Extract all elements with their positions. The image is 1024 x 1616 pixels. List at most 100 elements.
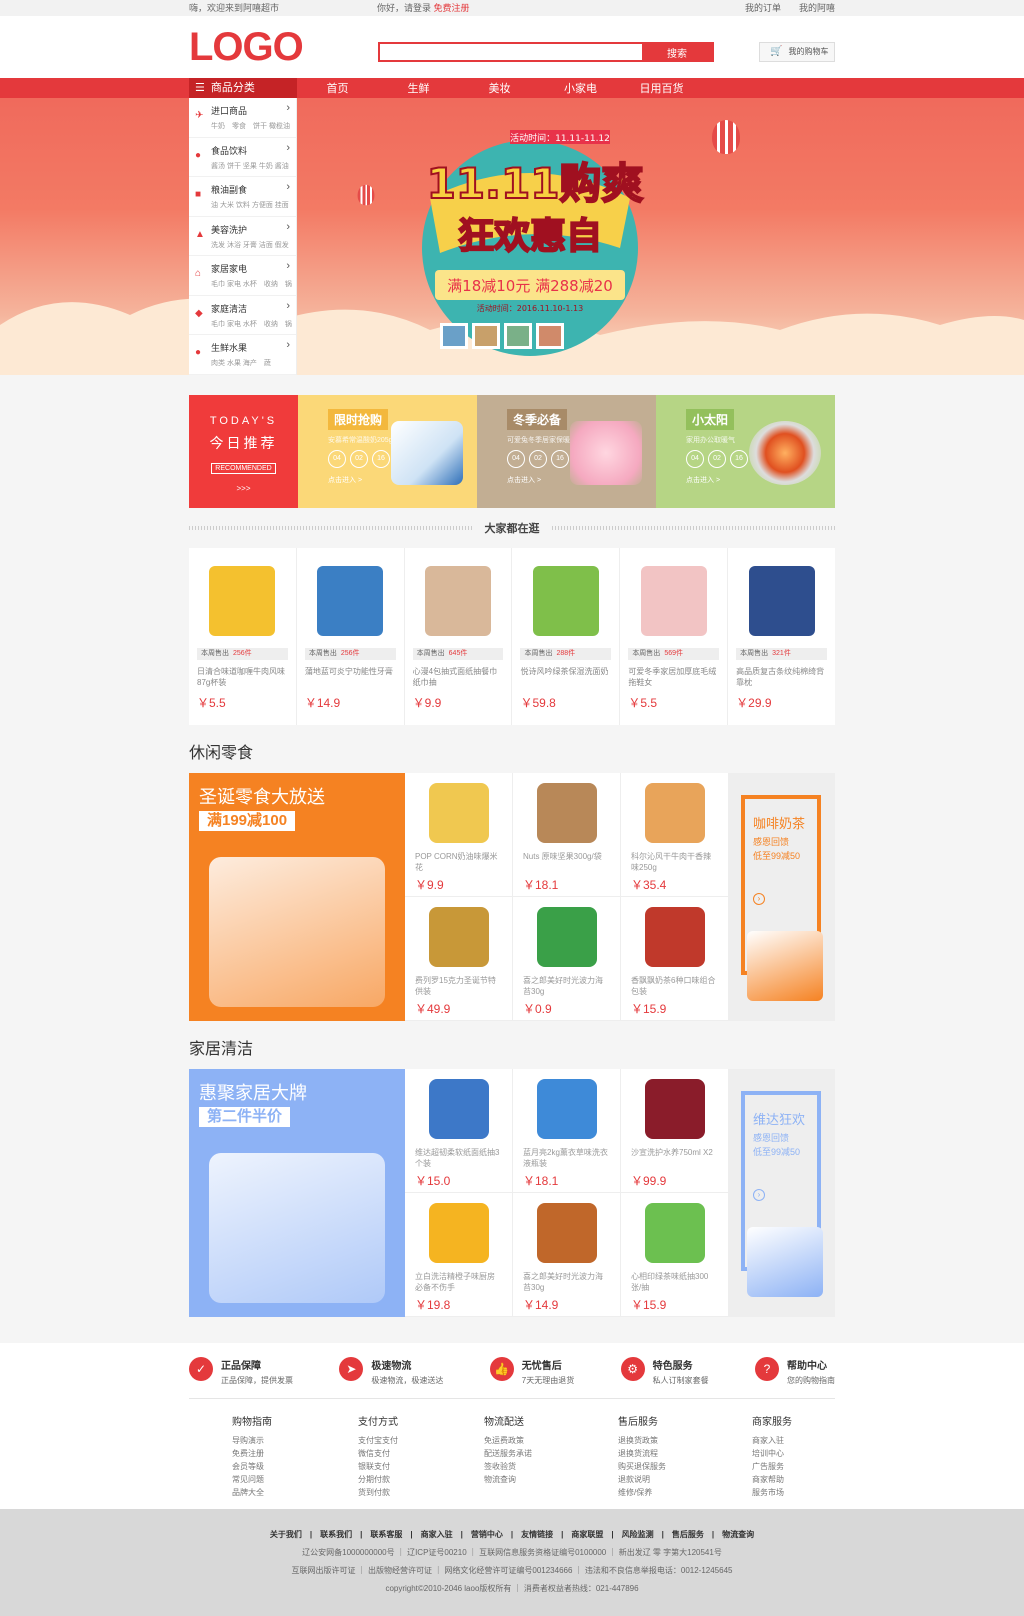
footer-nav-link[interactable]: 商家入驻 — [421, 1530, 453, 1539]
footer-link[interactable]: 会员等级 — [232, 1460, 272, 1473]
nav-link-home[interactable]: 首页 — [297, 80, 378, 96]
footer-link[interactable]: 银联支付 — [358, 1460, 398, 1473]
product-name[interactable]: 高品质复古条纹纯棉绮背靠枕 — [736, 666, 827, 688]
category-item-grain[interactable]: ■ 粮油副食油 大米 饮料 方便面 挂面 › — [189, 177, 296, 217]
product-name[interactable]: 立白洗洁精橙子味厨房必备不伤手 — [415, 1271, 502, 1293]
enter-link[interactable]: 点击进入 > — [507, 475, 541, 485]
footer-link[interactable]: 配送服务承诺 — [484, 1447, 532, 1460]
category-item-clean[interactable]: ◆ 家庭清洁 毛巾 家电 水杯 收纳 锅 › — [189, 296, 296, 335]
product-card[interactable]: 本周售出 256件 蒲地蓝可炎宁功能性牙膏 ￥14.9 — [297, 548, 405, 725]
product-name[interactable]: 日清合味道咖喱牛肉风味87g杯装 — [197, 666, 288, 688]
footer-link[interactable]: 微信支付 — [358, 1447, 398, 1460]
arrow-right-icon[interactable]: › — [753, 1189, 765, 1201]
search-input[interactable] — [380, 44, 642, 60]
product-name[interactable]: 蓝月亮2kg薰衣草味洗衣液瓶装 — [523, 1147, 610, 1169]
product-name[interactable]: 心漫4包抽式面纸抽餐巾纸巾抽 — [413, 666, 504, 688]
enter-link[interactable]: 点击进入 > — [328, 475, 362, 485]
nav-link-daily[interactable]: 日用百货 — [621, 80, 702, 96]
login-link[interactable]: 你好，请登录 — [377, 3, 431, 13]
floor-banner[interactable]: 圣诞零食大放送 满199减100 — [189, 773, 405, 1021]
footer-link[interactable]: 支付宝支付 — [358, 1434, 398, 1447]
product-name[interactable]: 蒲地蓝可炎宁功能性牙膏 — [305, 666, 396, 688]
floor-banner[interactable]: 惠聚家居大牌 第二件半价 — [189, 1069, 405, 1317]
footer-link[interactable]: 培训中心 — [752, 1447, 792, 1460]
footer-link[interactable]: 免费注册 — [232, 1447, 272, 1460]
floor-product[interactable]: 蓝月亮2kg薰衣草味洗衣液瓶装 ￥18.1 — [513, 1069, 621, 1193]
product-name[interactable]: POP CORN奶油味爆米花 — [415, 851, 502, 873]
floor-side-ad[interactable]: 维达狂欢 感恩回馈 低至99减50 › — [729, 1069, 835, 1317]
footer-link[interactable]: 品牌大全 — [232, 1486, 272, 1499]
footer-link[interactable]: 退款说明 — [618, 1473, 666, 1486]
category-item-fresh[interactable]: ● 生鲜水果 肉类 水果 海产 蔬 › — [189, 335, 296, 375]
footer-link[interactable]: 分期付款 — [358, 1473, 398, 1486]
footer-nav-link[interactable]: 联系客服 — [370, 1530, 402, 1539]
footer-link[interactable]: 退换货政策 — [618, 1434, 666, 1447]
footer-nav-link[interactable]: 商家联盟 — [571, 1530, 603, 1539]
service-item[interactable]: 👍 无忧售后 7天无理由退货 — [489, 1357, 574, 1398]
product-name[interactable]: 悦诗风吟绿茶保湿洗面奶 — [520, 666, 611, 688]
cart-button[interactable]: 🛒 我的购物车 — [759, 42, 835, 62]
floor-product[interactable]: 立白洗洁精橙子味厨房必备不伤手 ￥19.8 — [405, 1193, 513, 1317]
product-name[interactable]: 费列罗15克力圣诞节特供装 — [415, 975, 502, 997]
footer-link[interactable]: 维修/保养 — [618, 1486, 666, 1499]
nav-link-beauty[interactable]: 美妆 — [459, 80, 540, 96]
today-card[interactable]: 冬季必备 可爱兔冬季居家保暖拖鞋 04 02 16 点击进入 > — [477, 395, 656, 508]
service-item[interactable]: ⚙ 特色服务 私人订制家套餐 — [620, 1357, 709, 1398]
footer-link[interactable]: 免运费政策 — [484, 1434, 532, 1447]
floor-product[interactable]: 心相印绿茶味纸抽300张/抽 ￥15.9 — [621, 1193, 729, 1317]
floor-product[interactable]: 维达超韧柔软纸面纸抽3个装 ￥15.0 — [405, 1069, 513, 1193]
product-card[interactable]: 本周售出 321件 高品质复古条纹纯棉绮背靠枕 ￥29.9 — [728, 548, 835, 725]
footer-nav-link[interactable]: 友情链接 — [521, 1530, 553, 1539]
service-item[interactable]: ✓ 正品保障 正品保障，提供发票 — [189, 1357, 293, 1398]
product-card[interactable]: 本周售出 569件 可爱冬季家居加厚底毛绒拖鞋女 ￥5.5 — [620, 548, 729, 725]
footer-link[interactable]: 常见问题 — [232, 1473, 272, 1486]
footer-link[interactable]: 服务市场 — [752, 1486, 792, 1499]
floor-product[interactable]: POP CORN奶油味爆米花 ￥9.9 — [405, 773, 513, 897]
footer-link[interactable]: 购买退保服务 — [618, 1460, 666, 1473]
floor-product[interactable]: 科尔沁风干牛肉干香辣味250g ￥35.4 — [621, 773, 729, 897]
footer-link[interactable]: 导购演示 — [232, 1434, 272, 1447]
product-name[interactable]: 喜之郎美好时光波力海苔30g — [523, 1271, 610, 1293]
nav-link-fresh[interactable]: 生鲜 — [378, 80, 459, 96]
footer-nav-link[interactable]: 风险监测 — [622, 1530, 654, 1539]
category-item-imported[interactable]: ✈ 进口商品 牛奶 零食 饼干 橄榄油 › — [189, 98, 296, 138]
enter-link[interactable]: 点击进入 > — [686, 475, 720, 485]
floor-product[interactable]: 喜之郎美好时光波力海苔30g ￥14.9 — [513, 1193, 621, 1317]
product-name[interactable]: 维达超韧柔软纸面纸抽3个装 — [415, 1147, 502, 1169]
floor-product[interactable]: 费列罗15克力圣诞节特供装 ￥49.9 — [405, 897, 513, 1021]
today-card[interactable]: 小太阳 家用办公取暖气 04 02 16 点击进入 > — [656, 395, 835, 508]
footer-link[interactable]: 货到付款 — [358, 1486, 398, 1499]
product-name[interactable]: 心相印绿茶味纸抽300张/抽 — [631, 1271, 718, 1293]
search-button[interactable]: 搜索 — [642, 44, 712, 60]
product-name[interactable]: 科尔沁风干牛肉干香辣味250g — [631, 851, 718, 873]
footer-link[interactable]: 商家入驻 — [752, 1434, 792, 1447]
floor-product[interactable]: Nuts 原味坚果300g/袋 ￥18.1 — [513, 773, 621, 897]
nav-link-appliance[interactable]: 小家电 — [540, 80, 621, 96]
service-item[interactable]: ➤ 极速物流 极速物流，极速送达 — [339, 1357, 443, 1398]
product-card[interactable]: 本周售出 256件 日清合味道咖喱牛肉风味87g杯装 ￥5.5 — [189, 548, 297, 725]
footer-link[interactable]: 物流查询 — [484, 1473, 532, 1486]
category-item-beauty[interactable]: ▲ 美容洗护 洗发 沐浴 牙膏 洁面 假发 › — [189, 217, 296, 256]
footer-nav-link[interactable]: 联系我们 — [320, 1530, 352, 1539]
footer-link[interactable]: 商家帮助 — [752, 1473, 792, 1486]
service-item[interactable]: ? 帮助中心 您的购物指南 — [754, 1357, 835, 1398]
my-account-link[interactable]: 我的阿嘻 — [799, 3, 835, 13]
floor-product[interactable]: 香飘飘奶茶6种口味组合包装 ￥15.9 — [621, 897, 729, 1021]
product-name[interactable]: 香飘飘奶茶6种口味组合包装 — [631, 975, 718, 997]
floor-product[interactable]: 喜之郎美好时光波力海苔30g ￥0.9 — [513, 897, 621, 1021]
footer-link[interactable]: 广告服务 — [752, 1460, 792, 1473]
footer-nav-link[interactable]: 营销中心 — [471, 1530, 503, 1539]
category-item-home[interactable]: ⌂ 家居家电 毛巾 家电 水杯 收纳 锅 › — [189, 256, 296, 296]
footer-nav-link[interactable]: 物流查询 — [722, 1530, 754, 1539]
floor-side-ad[interactable]: 咖啡奶茶 感恩回馈 低至99减50 › — [729, 773, 835, 1021]
today-card[interactable]: 限时抢购 安慕希常温酸奶205g*12 04 02 16 点击进入 > — [298, 395, 477, 508]
product-name[interactable]: 可爱冬季家居加厚底毛绒拖鞋女 — [628, 666, 719, 688]
footer-nav-link[interactable]: 关于我们 — [270, 1530, 302, 1539]
register-link[interactable]: 免费注册 — [434, 3, 470, 13]
product-card[interactable]: 本周售出 645件 心漫4包抽式面纸抽餐巾纸巾抽 ￥9.9 — [405, 548, 513, 725]
category-menu-head[interactable]: ☰ 商品分类 — [189, 78, 297, 98]
arrow-right-icon[interactable]: › — [753, 893, 765, 905]
product-card[interactable]: 本周售出 288件 悦诗风吟绿茶保湿洗面奶 ￥59.8 — [512, 548, 621, 725]
category-item-food[interactable]: ● 食品饮料 酱汤 饼干 坚果 牛奶 酱油 › — [189, 138, 296, 177]
product-name[interactable]: 喜之郎美好时光波力海苔30g — [523, 975, 610, 997]
